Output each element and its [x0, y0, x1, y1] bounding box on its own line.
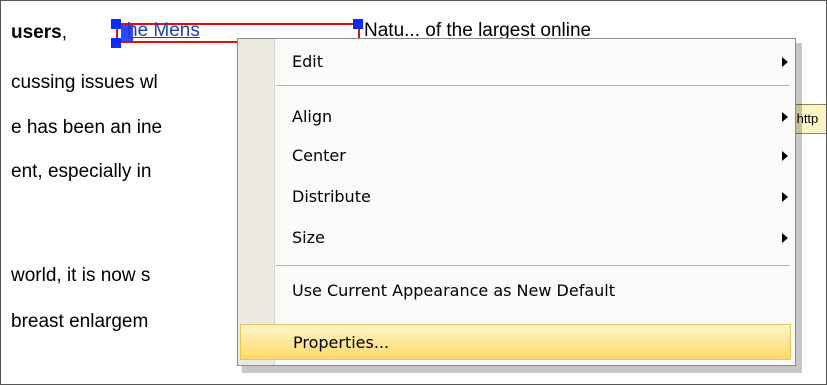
doc-line-1-rest: , — [61, 22, 67, 43]
submenu-arrow-icon — [782, 192, 788, 202]
submenu-arrow-icon — [782, 57, 788, 67]
doc-line-6: breast enlargem — [11, 311, 149, 332]
doc-line-1: users, — [11, 22, 67, 44]
context-menu: Edit Align Center Distribute Size Use Cu… — [237, 38, 796, 366]
selection-handle-top-right[interactable] — [353, 19, 363, 29]
menu-item-properties[interactable]: Properties... — [240, 324, 791, 360]
menu-item-label: Use Current Appearance as New Default — [292, 281, 615, 300]
doc-line-3: e has been an ine — [11, 117, 163, 138]
selection-handle-bottom-left[interactable] — [111, 38, 121, 48]
submenu-arrow-icon — [782, 112, 788, 122]
doc-line-5: world, it is now s — [11, 265, 151, 286]
menu-item-center[interactable]: Center — [276, 138, 788, 174]
menu-item-label: Edit — [292, 52, 323, 71]
menu-item-label: Properties... — [293, 333, 390, 352]
context-menu-icon-gutter — [238, 39, 275, 365]
menu-item-distribute[interactable]: Distribute — [276, 179, 788, 215]
document-viewer: users, cussing issues wl e has been an i… — [0, 0, 827, 385]
submenu-arrow-icon — [782, 151, 788, 161]
menu-item-align[interactable]: Align — [276, 99, 788, 135]
menu-separator — [276, 85, 790, 86]
submenu-arrow-icon — [782, 233, 788, 243]
menu-item-label: Distribute — [292, 187, 371, 206]
menu-item-label: Size — [292, 228, 325, 247]
doc-line-2: cussing issues wl — [11, 72, 158, 93]
menu-item-use-current-appearance[interactable]: Use Current Appearance as New Default — [276, 273, 788, 309]
doc-line-4: ent, especially in — [11, 161, 152, 182]
menu-item-size[interactable]: Size — [276, 220, 788, 256]
menu-item-label: Align — [292, 107, 333, 126]
doc-line-1-bold: users — [11, 22, 62, 43]
menu-item-label: Center — [292, 146, 346, 165]
menu-separator — [276, 265, 790, 266]
link-text[interactable]: he Mens — [127, 20, 200, 42]
menu-item-edit[interactable]: Edit — [276, 44, 788, 80]
selection-handle-top-left[interactable] — [111, 19, 121, 29]
